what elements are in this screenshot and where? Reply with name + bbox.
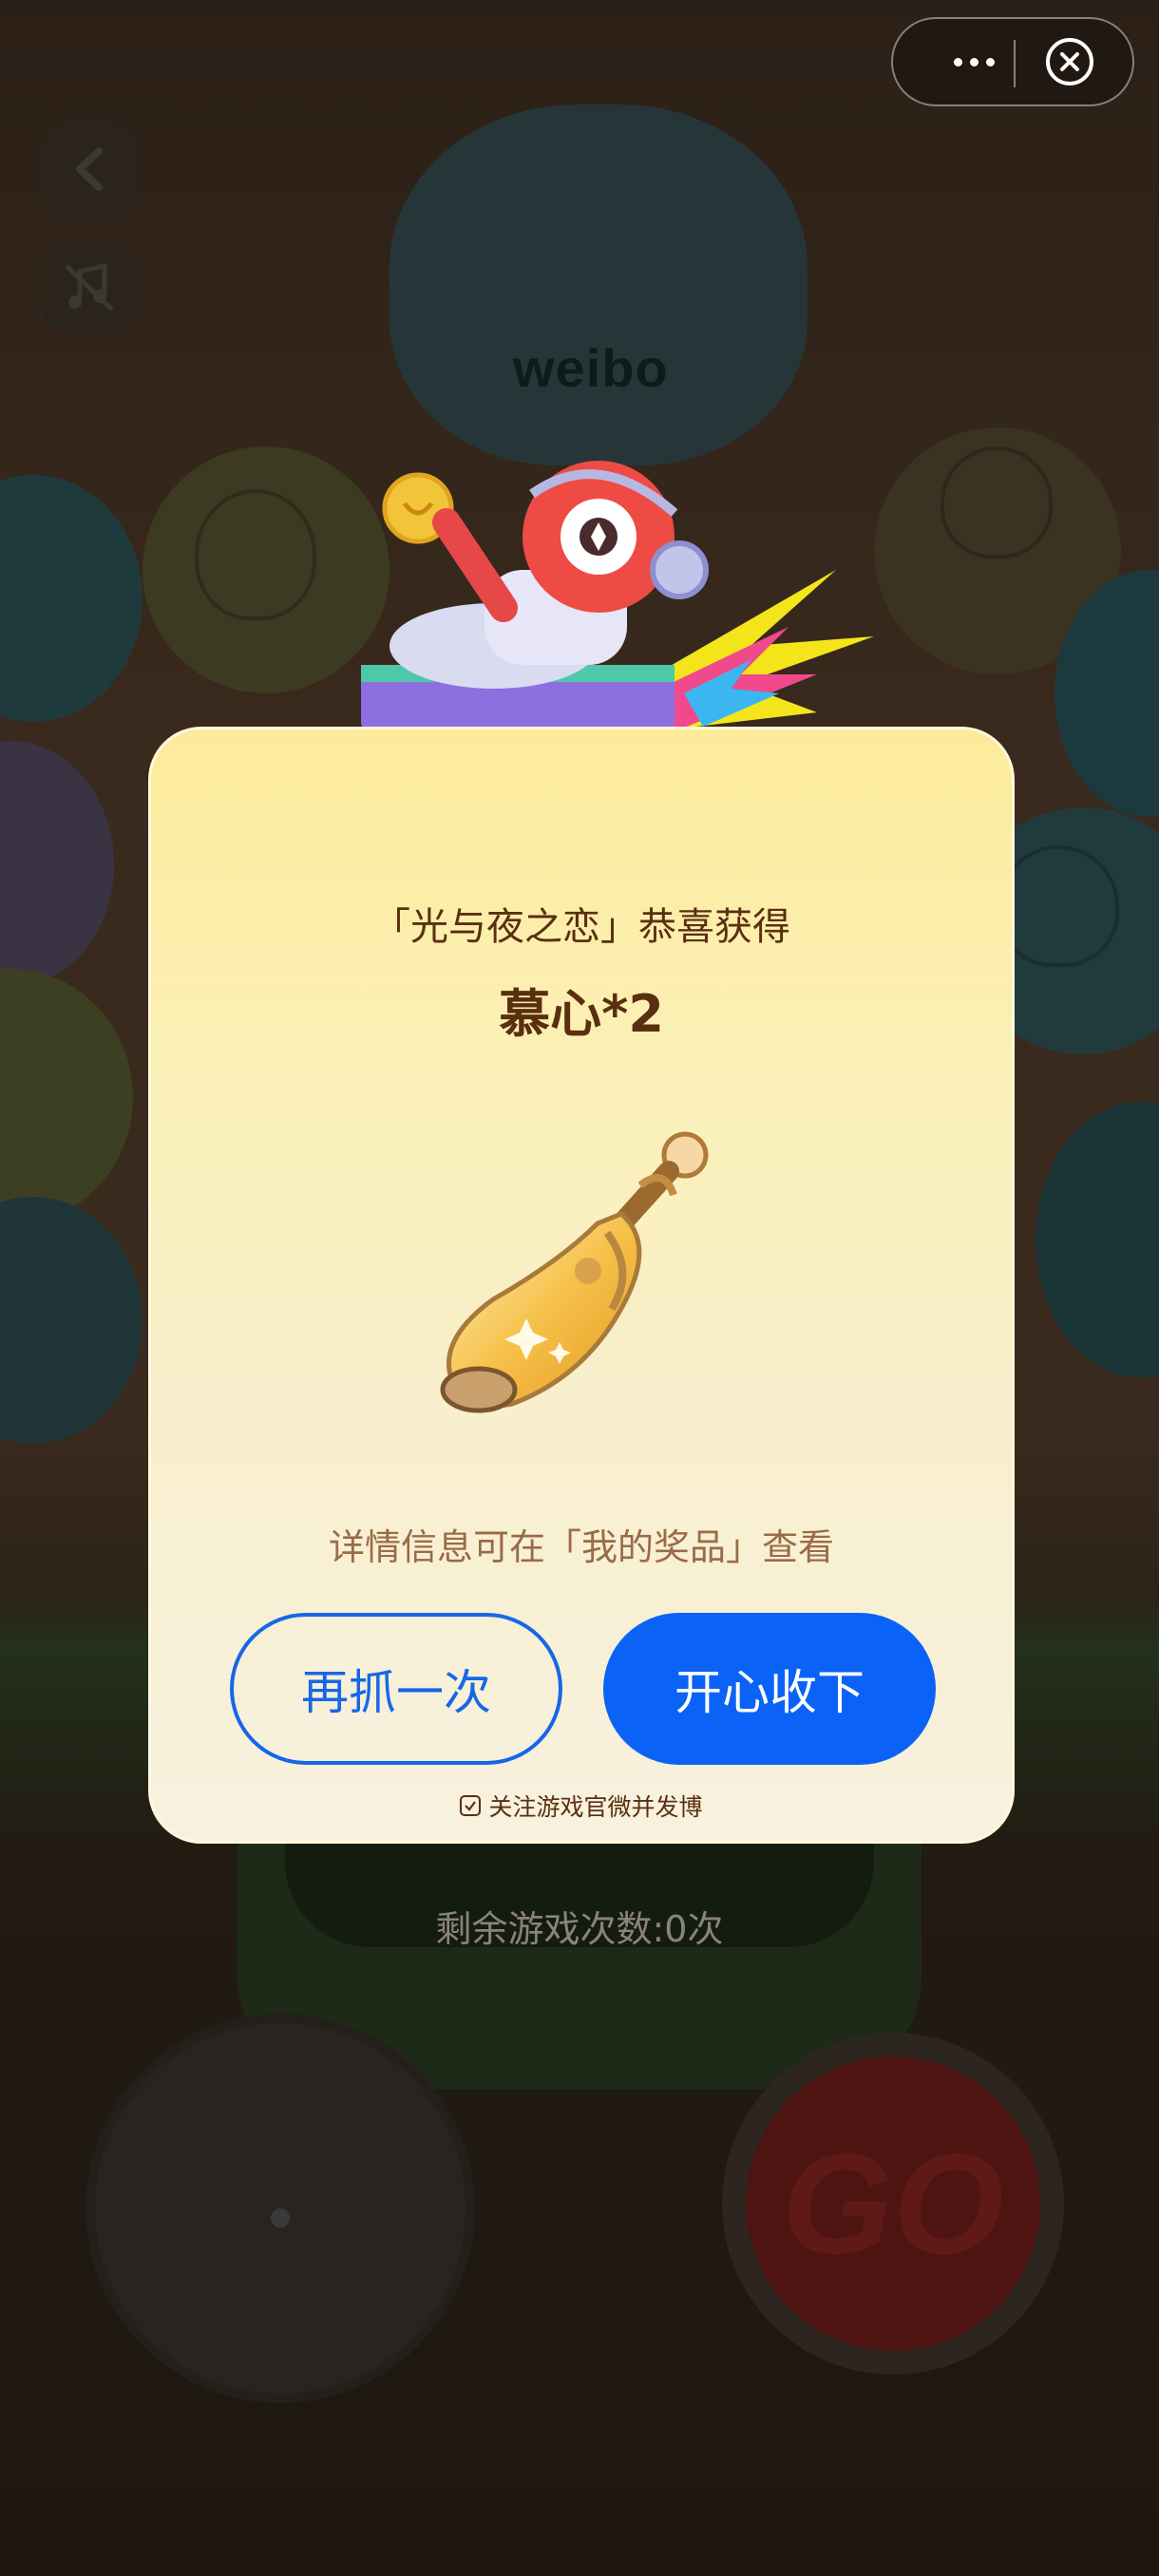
capsule-divider [1014,40,1016,87]
close-button[interactable] [1046,38,1093,85]
more-horizontal-icon [953,57,962,66]
back-button[interactable] [42,122,137,217]
go-button[interactable]: GO [746,2056,1040,2351]
follow-checkbox[interactable] [460,1795,482,1816]
follow-label: 关注游戏官微并发博 [488,1793,703,1821]
remaining-plays: 剩余游戏次数:0次 [435,1908,724,1950]
more-button[interactable] [931,19,1016,104]
joystick-knob [271,2208,290,2227]
accept-prize-label: 开心收下 [674,1665,864,1720]
back-arrow-icon [76,147,103,191]
capsule-ball [0,969,133,1225]
go-label: GO [782,2123,1004,2283]
accept-prize-button[interactable]: 开心收下 [603,1613,936,1765]
capsule-ball [1036,1102,1159,1377]
mini-program-capsule [891,17,1134,106]
capsule-ball [0,475,142,722]
prize-name: 慕心*2 [499,984,664,1044]
checkmark-icon [465,1801,477,1811]
play-again-button[interactable]: 再抓一次 [230,1613,562,1765]
play-again-label: 再抓一次 [301,1665,491,1720]
prize-modal: 「光与夜之恋」恭喜获得 慕心*2 详情信息可在「我的奖品」查看 再抓一次 开心收… [148,727,1015,1844]
capsule-ball [0,1197,142,1444]
close-circle-icon [1060,52,1079,71]
follow-option[interactable]: 关注游戏官微并发博 [151,1789,1012,1823]
music-off-icon [65,262,114,312]
mascot-illustration [361,461,874,731]
potion-bottle-icon [440,1131,709,1413]
weibo-logo: weibo [513,338,669,398]
claw-machine-top [390,104,808,465]
music-toggle-button[interactable] [42,239,137,334]
capsule-ball [0,741,114,988]
prize-detail-hint: 详情信息可在「我的奖品」查看 [328,1526,834,1568]
modal-subtitle: 「光与夜之恋」恭喜获得 [372,905,790,949]
